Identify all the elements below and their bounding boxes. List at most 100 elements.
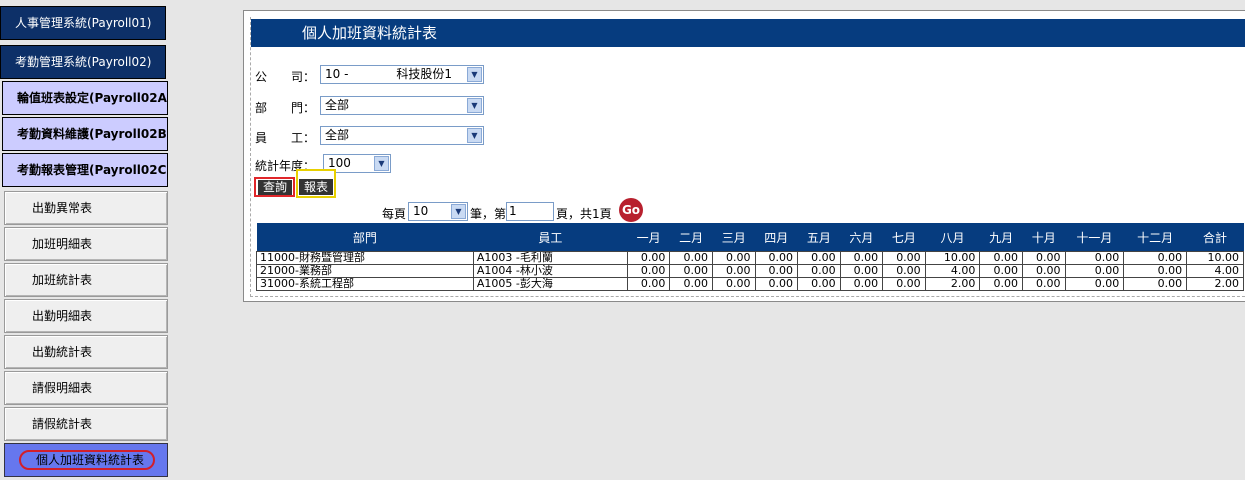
page-number-value: 1 [509, 204, 517, 218]
cell-total-hours: 4.00 [1186, 264, 1244, 278]
column-header: 四月 [755, 223, 798, 252]
department-select-value: 全部 [325, 98, 350, 112]
chevron-down-icon: ▼ [374, 156, 389, 171]
cell-month-hours: 0.00 [754, 251, 799, 265]
nav-report-personal-overtime-active[interactable]: 個人加班資料統計表 [4, 443, 168, 477]
cell-month-hours: 2.00 [924, 277, 981, 291]
table-body: 11000-財務暨管理部 A1003 -毛利蘭 0.00 0.00 0.00 0.00 0.… [256, 251, 1244, 291]
sidebar-nav: 人事管理系統(Payroll01) 考勤管理系統(Payroll02) 輪值班表… [0, 0, 170, 480]
page-number-input[interactable]: 1 [506, 202, 554, 221]
cell-month-hours: 0.00 [979, 264, 1023, 278]
cell-month-hours: 0.00 [797, 264, 841, 278]
column-header: 二月 [669, 223, 713, 252]
cell-month-hours: 0.00 [626, 264, 671, 278]
cell-month-hours: 0.00 [882, 251, 926, 265]
cell-month-hours: 10.00 [924, 251, 981, 265]
employee-label: 員 工： [255, 131, 316, 145]
report-button[interactable]: 報表 [296, 169, 336, 198]
column-header: 部門 [256, 223, 474, 252]
cell-department: 21000-業務部 [256, 264, 474, 278]
cell-month-hours: 0.00 [1064, 264, 1125, 278]
nav-module-attendance-reports[interactable]: 考勤報表管理(Payroll02C) [2, 153, 168, 187]
column-header: 十二月 [1123, 223, 1187, 252]
column-header: 合計 [1186, 223, 1244, 252]
cell-month-hours: 0.00 [1123, 264, 1188, 278]
cell-month-hours: 0.00 [979, 251, 1023, 265]
cell-month-hours: 0.00 [882, 264, 926, 278]
nav-report-leave-detail[interactable]: 請假明細表 [4, 371, 168, 405]
cell-total-hours: 10.00 [1186, 251, 1244, 265]
cell-department: 11000-財務暨管理部 [256, 251, 474, 265]
department-select[interactable]: 全部 ▼ [320, 96, 484, 115]
nav-report-overtime-detail[interactable]: 加班明細表 [4, 227, 168, 261]
report-panel-inner: 個人加班資料統計表 公 司： 10 - 科技股份1 ▼ 部 門： 全部 ▼ 員 … [250, 17, 1245, 297]
query-button[interactable]: 查詢 [254, 177, 295, 197]
column-header: 一月 [627, 223, 670, 252]
employee-select-value: 全部 [325, 128, 350, 142]
cell-month-hours: 0.00 [1021, 277, 1066, 291]
column-header: 七月 [882, 223, 926, 252]
overtime-stats-table: 部門 員工 一月 二月 三月 四月 五月 六月 七月 八月 九月 十月 十一月 十二月 合計 11000-財… [256, 223, 1244, 291]
cell-month-hours: 0.00 [1021, 264, 1066, 278]
cell-month-hours: 0.00 [626, 251, 671, 265]
report-panel: 個人加班資料統計表 公 司： 10 - 科技股份1 ▼ 部 門： 全部 ▼ 員 … [243, 10, 1245, 302]
cell-month-hours: 0.00 [754, 277, 799, 291]
column-header: 九月 [979, 223, 1023, 252]
chevron-down-icon: ▼ [467, 67, 482, 82]
go-button[interactable]: Go [619, 198, 643, 222]
chevron-down-icon: ▼ [451, 204, 466, 219]
records-page-label: 筆，第 [470, 207, 507, 221]
column-header: 員工 [473, 223, 628, 252]
chevron-down-icon: ▼ [467, 128, 482, 143]
company-select[interactable]: 10 - 科技股份1 ▼ [320, 65, 484, 84]
cell-month-hours: 0.00 [711, 264, 756, 278]
nav-report-attendance-exception[interactable]: 出勤異常表 [4, 191, 168, 225]
nav-module-shift[interactable]: 輪值班表設定(Payroll02A) [2, 81, 168, 115]
per-page-select[interactable]: 10 ▼ [408, 202, 468, 221]
cell-employee: A1004 -林小波 [472, 264, 628, 278]
cell-department: 31000-系統工程部 [256, 277, 474, 291]
nav-system-attendance[interactable]: 考勤管理系統(Payroll02) [0, 45, 166, 79]
cell-month-hours: 0.00 [839, 251, 884, 265]
per-page-select-value: 10 [413, 204, 429, 218]
nav-report-attendance-detail[interactable]: 出勤明細表 [4, 299, 168, 333]
employee-select[interactable]: 全部 ▼ [320, 126, 484, 145]
table-header-row: 部門 員工 一月 二月 三月 四月 五月 六月 七月 八月 九月 十月 十一月 十二月 合計 [256, 223, 1244, 252]
table-row: 31000-系統工程部 A1005 -彭大海 0.00 0.00 0.00 0.00 0.0… [256, 277, 1244, 291]
report-button-label: 報表 [299, 179, 333, 195]
nav-report-overtime-summary[interactable]: 加班統計表 [4, 263, 168, 297]
cell-total-hours: 2.00 [1186, 277, 1244, 291]
total-pages-label: 頁，共1頁 [556, 207, 612, 221]
nav-report-leave-summary[interactable]: 請假統計表 [4, 407, 168, 441]
cell-month-hours: 0.00 [839, 264, 884, 278]
column-header: 五月 [797, 223, 841, 252]
cell-month-hours: 0.00 [882, 277, 926, 291]
column-header: 八月 [925, 223, 980, 252]
nav-report-personal-overtime-label: 個人加班資料統計表 [36, 453, 145, 467]
column-header: 三月 [712, 223, 755, 252]
cell-month-hours: 0.00 [626, 277, 671, 291]
cell-month-hours: 0.00 [711, 251, 756, 265]
cell-month-hours: 0.00 [669, 264, 713, 278]
company-label: 公 司： [255, 70, 316, 84]
chevron-down-icon: ▼ [467, 98, 482, 113]
column-header: 十月 [1022, 223, 1065, 252]
per-page-label: 每頁 [382, 207, 407, 221]
nav-report-attendance-summary[interactable]: 出勤統計表 [4, 335, 168, 369]
cell-month-hours: 0.00 [979, 277, 1023, 291]
query-button-label: 查詢 [258, 180, 292, 195]
nav-system-hr[interactable]: 人事管理系統(Payroll01) [0, 6, 166, 40]
cell-month-hours: 0.00 [711, 277, 756, 291]
page-title: 個人加班資料統計表 [251, 19, 1245, 47]
department-label: 部 門： [255, 101, 316, 115]
cell-month-hours: 0.00 [669, 277, 713, 291]
nav-module-attendance-data[interactable]: 考勤資料維護(Payroll02B) [2, 117, 168, 151]
cell-month-hours: 0.00 [797, 277, 841, 291]
cell-month-hours: 0.00 [1064, 277, 1125, 291]
cell-month-hours: 0.00 [1021, 251, 1066, 265]
cell-month-hours: 0.00 [669, 251, 713, 265]
cell-month-hours: 4.00 [924, 264, 981, 278]
company-select-value: 10 - 科技股份1 [325, 67, 453, 81]
cell-month-hours: 0.00 [1123, 251, 1188, 265]
table-row: 11000-財務暨管理部 A1003 -毛利蘭 0.00 0.00 0.00 0.00 0.… [256, 251, 1244, 265]
